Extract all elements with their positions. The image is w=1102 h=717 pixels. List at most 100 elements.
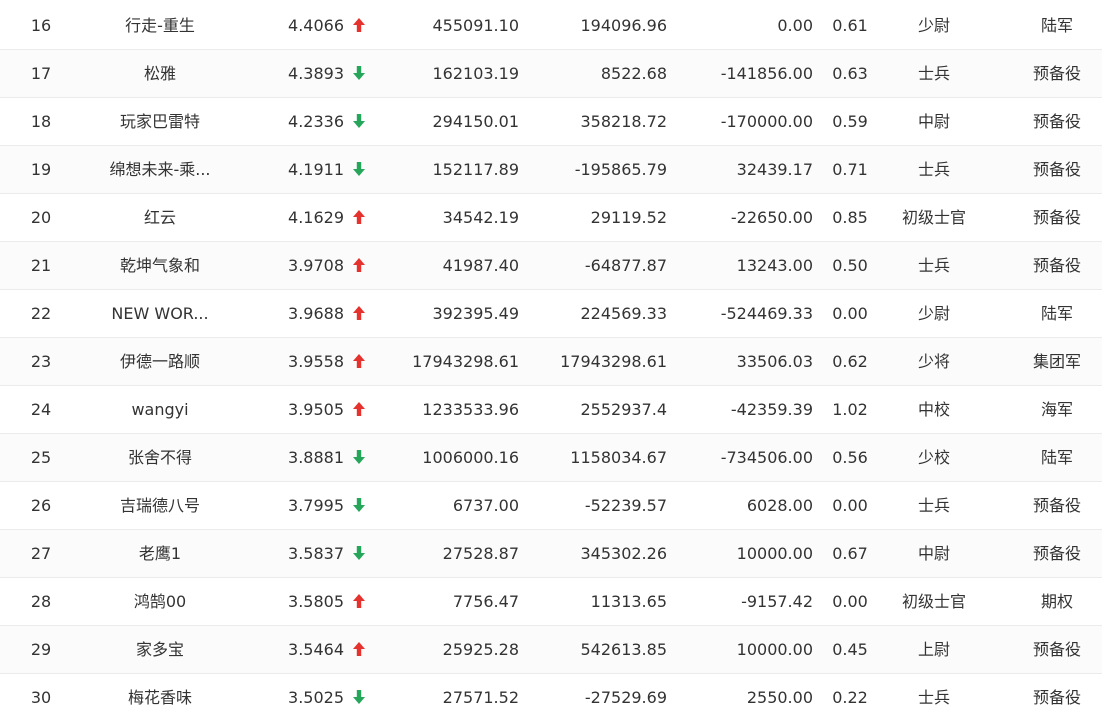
value-3-cell: -524469.33 — [720, 304, 813, 323]
table-row[interactable]: 23 伊德一路顺 3.9558 17943298.61 17943298.61 33506… — [0, 338, 1102, 386]
value-2-cell: -64877.87 — [584, 256, 667, 275]
table-row[interactable]: 28 鸿鹄00 3.5805 7756.47 11313.65 -9157.42 0.00 初… — [0, 578, 1102, 626]
value-3-cell: 10000.00 — [736, 544, 813, 563]
value-1-cell: 6737.00 — [452, 496, 519, 515]
rank-cell: 18 — [30, 112, 52, 131]
value-3-cell: -734506.00 — [720, 448, 813, 467]
military-rank-cell: 士兵 — [917, 496, 950, 515]
player-name-cell[interactable]: 家多宝 — [82, 626, 238, 673]
player-name-cell[interactable]: NEW WOR... — [82, 290, 238, 337]
military-rank-cell: 中校 — [917, 400, 950, 419]
table-row[interactable]: 17 松雅 4.3893 162103.19 8522.68 -141856.00 0.63… — [0, 50, 1102, 98]
player-name-cell[interactable]: 鸿鹄00 — [82, 578, 238, 625]
ratio-cell: 0.00 — [832, 592, 868, 611]
branch-cell: 预备役 — [1032, 640, 1081, 659]
player-name-cell[interactable]: 梅花香味 — [82, 674, 238, 717]
trend-up-icon — [352, 290, 374, 337]
player-name-cell[interactable]: 行走-重生 — [82, 2, 238, 49]
table-row[interactable]: 20 红云 4.1629 34542.19 29119.52 -22650.00 0.85 初… — [0, 194, 1102, 242]
military-rank-cell: 士兵 — [917, 64, 950, 83]
value-2-cell: 358218.72 — [580, 112, 667, 131]
branch-cell: 陆军 — [1040, 16, 1073, 35]
ranking-table: 16 行走-重生 4.4066 455091.10 194096.96 0.00 0.61 少… — [0, 2, 1102, 717]
value-2-cell: -27529.69 — [584, 688, 667, 707]
table-row[interactable]: 27 老鹰1 3.5837 27528.87 345302.26 10000.00 0.67… — [0, 530, 1102, 578]
value-1-cell: 34542.19 — [442, 208, 519, 227]
branch-cell: 预备役 — [1032, 64, 1081, 83]
trend-down-icon — [352, 50, 374, 97]
value-3-cell: -22650.00 — [730, 208, 813, 227]
rank-cell: 19 — [30, 160, 52, 179]
branch-cell: 预备役 — [1032, 160, 1081, 179]
table-row[interactable]: 21 乾坤气象和 3.9708 41987.40 -64877.87 13243.00 0.… — [0, 242, 1102, 290]
military-rank-cell: 少尉 — [917, 16, 950, 35]
ratio-cell: 0.00 — [832, 304, 868, 323]
trend-up-icon — [352, 578, 374, 625]
table-row[interactable]: 30 梅花香味 3.5025 27571.52 -27529.69 2550.00 0.22… — [0, 674, 1102, 717]
military-rank-cell: 少校 — [917, 448, 950, 467]
table-row[interactable]: 24 wangyi 3.9505 1233533.96 2552937.4 -42359.… — [0, 386, 1102, 434]
table-row[interactable]: 19 绵想未来-乘... 4.1911 152117.89 -195865.79 3243… — [0, 146, 1102, 194]
value-2-cell: 29119.52 — [590, 208, 667, 227]
value-2-cell: 17943298.61 — [560, 352, 667, 371]
value-2-cell: 224569.33 — [580, 304, 667, 323]
rank-cell: 23 — [30, 352, 52, 371]
trend-down-icon — [352, 530, 374, 577]
branch-cell: 期权 — [1040, 592, 1073, 611]
player-name-cell[interactable]: 红云 — [82, 194, 238, 241]
ratio-cell: 0.59 — [832, 112, 868, 131]
trend-up-icon — [352, 386, 374, 433]
rank-cell: 29 — [30, 640, 52, 659]
rank-cell: 16 — [30, 16, 52, 35]
trend-up-icon — [352, 2, 374, 49]
player-name-cell[interactable]: 吉瑞德八号 — [82, 482, 238, 529]
ratio-cell: 0.45 — [832, 640, 868, 659]
table-row[interactable]: 18 玩家巴雷特 4.2336 294150.01 358218.72 -170000.0… — [0, 98, 1102, 146]
value-3-cell: 0.00 — [777, 16, 813, 35]
trend-down-icon — [352, 146, 374, 193]
value-1-cell: 17943298.61 — [412, 352, 519, 371]
table-row[interactable]: 25 张舍不得 3.8881 1006000.16 1158034.67 -734506.… — [0, 434, 1102, 482]
player-name-cell[interactable]: 伊德一路顺 — [82, 338, 238, 385]
table-row[interactable]: 22 NEW WOR... 3.9688 392395.49 224569.33 -524… — [0, 290, 1102, 338]
player-name-cell[interactable]: 老鹰1 — [82, 530, 238, 577]
score-cell: 4.4066 — [288, 16, 344, 35]
military-rank-cell: 士兵 — [917, 256, 950, 275]
player-name-cell[interactable]: wangyi — [82, 386, 238, 433]
ratio-cell: 0.50 — [832, 256, 868, 275]
value-1-cell: 152117.89 — [432, 160, 519, 179]
score-cell: 3.8881 — [288, 448, 344, 467]
table-row[interactable]: 29 家多宝 3.5464 25925.28 542613.85 10000.00 0.45… — [0, 626, 1102, 674]
table-row[interactable]: 16 行走-重生 4.4066 455091.10 194096.96 0.00 0.61 少… — [0, 2, 1102, 50]
ratio-cell: 0.56 — [832, 448, 868, 467]
value-3-cell: 2550.00 — [746, 688, 813, 707]
player-name-cell[interactable]: 张舍不得 — [82, 434, 238, 481]
rank-cell: 26 — [30, 496, 52, 515]
score-cell: 4.2336 — [288, 112, 344, 131]
table-row[interactable]: 26 吉瑞德八号 3.7995 6737.00 -52239.57 6028.00 0.00… — [0, 482, 1102, 530]
branch-cell: 陆军 — [1040, 304, 1073, 323]
military-rank-cell: 士兵 — [917, 160, 950, 179]
ratio-cell: 0.63 — [832, 64, 868, 83]
rank-cell: 22 — [30, 304, 52, 323]
branch-cell: 陆军 — [1040, 448, 1073, 467]
value-3-cell: 33506.03 — [736, 352, 813, 371]
military-rank-cell: 上尉 — [917, 640, 950, 659]
rank-cell: 21 — [30, 256, 52, 275]
player-name-cell[interactable]: 玩家巴雷特 — [82, 98, 238, 145]
ratio-cell: 0.67 — [832, 544, 868, 563]
player-name-cell[interactable]: 绵想未来-乘... — [82, 146, 238, 193]
ratio-cell: 0.22 — [832, 688, 868, 707]
value-3-cell: -9157.42 — [741, 592, 813, 611]
military-rank-cell: 少将 — [917, 352, 950, 371]
rank-cell: 27 — [30, 544, 52, 563]
value-2-cell: 2552937.4 — [580, 400, 667, 419]
player-name-cell[interactable]: 松雅 — [82, 50, 238, 97]
player-name-cell[interactable]: 乾坤气象和 — [82, 242, 238, 289]
value-2-cell: -52239.57 — [584, 496, 667, 515]
value-3-cell: -42359.39 — [730, 400, 813, 419]
branch-cell: 预备役 — [1032, 688, 1081, 707]
value-2-cell: -195865.79 — [574, 160, 667, 179]
rank-cell: 20 — [30, 208, 52, 227]
military-rank-cell: 士兵 — [917, 688, 950, 707]
